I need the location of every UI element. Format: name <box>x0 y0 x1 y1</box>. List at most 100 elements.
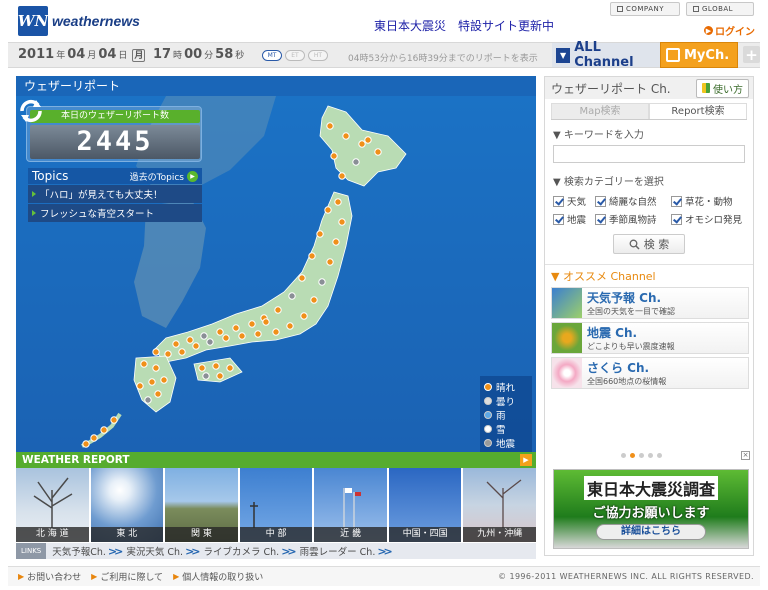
region-photo-kinki[interactable]: 近 畿 <box>314 468 387 542</box>
region-photo-chugoku-shikoku[interactable]: 中国・四国 <box>388 468 462 542</box>
sunny-report-marker[interactable] <box>160 376 168 384</box>
earthquake-survey-banner[interactable]: 東日本大震災調査 ご協力お願いします 詳細はこちら <box>553 469 749 549</box>
tab-report-search[interactable]: Report検索 <box>649 103 747 119</box>
region-photo-hokkaido[interactable]: 北 海 道 <box>16 468 89 542</box>
carousel-dot[interactable] <box>657 453 662 458</box>
region-photo-kanto[interactable]: 関 東 <box>165 468 238 542</box>
sunny-report-marker[interactable] <box>82 440 90 448</box>
earthquake-report-marker[interactable] <box>200 332 208 340</box>
carousel-dot[interactable] <box>639 453 644 458</box>
recommend-sakura-channel[interactable]: さくら Ch. 全国660地点の桜情報 <box>551 357 749 389</box>
carousel-dot-active[interactable] <box>630 453 635 458</box>
sunny-report-marker[interactable] <box>164 350 172 358</box>
sunny-report-marker[interactable] <box>90 434 98 442</box>
recommend-forecast-channel[interactable]: 天気予報 Ch. 全国の天気を一目で確認 <box>551 287 749 319</box>
checkbox-checked[interactable] <box>595 213 606 225</box>
add-channel-button[interactable]: + <box>743 46 760 64</box>
brand-logo[interactable]: WN weathernews <box>18 6 140 36</box>
sunny-report-marker[interactable] <box>326 258 334 266</box>
category-seasonal[interactable]: 季節風物詩 <box>595 212 671 226</box>
recommend-earthquake-channel[interactable]: 地震 Ch. どこよりも早い震度速報 <box>551 322 749 354</box>
sunny-report-marker[interactable] <box>178 348 186 356</box>
sunny-report-marker[interactable] <box>148 378 156 386</box>
region-photo-tohoku[interactable]: 東 北 <box>90 468 164 542</box>
time-tab-et[interactable]: ET <box>285 50 305 61</box>
sunny-report-marker[interactable] <box>136 382 144 390</box>
sunny-report-marker[interactable] <box>262 318 270 326</box>
special-site-notice-link[interactable]: 東日本大震災 特設サイト更新中 <box>374 17 554 34</box>
sunny-report-marker[interactable] <box>110 416 118 424</box>
japan-report-map[interactable]: 本日のウェザーリポート数 2445 Topics 過去のTopics ▶ 「ハロ… <box>16 96 536 452</box>
sunny-report-marker[interactable] <box>308 252 316 260</box>
past-topics-link[interactable]: 過去のTopics ▶ <box>130 170 198 183</box>
category-plants-animals[interactable]: 草花・動物 <box>671 194 747 208</box>
sunny-report-marker[interactable] <box>100 426 108 434</box>
earthquake-report-marker[interactable] <box>318 278 326 286</box>
sunny-report-marker[interactable] <box>316 230 324 238</box>
sunny-report-marker[interactable] <box>232 324 240 332</box>
topic-item[interactable]: フレッシュな青空スタート <box>28 204 202 222</box>
login-link[interactable]: ▶ ログイン <box>704 23 755 38</box>
link-live-weather-channel[interactable]: 実況天気 Ch. >> <box>126 544 200 559</box>
footer-contact-link[interactable]: ▶ お問い合わせ <box>18 570 81 583</box>
earthquake-report-marker[interactable] <box>352 158 360 166</box>
sunny-report-marker[interactable] <box>338 218 346 226</box>
time-tab-ht[interactable]: HT <box>308 50 328 61</box>
sunny-report-marker[interactable] <box>154 390 162 398</box>
keyword-input[interactable] <box>553 145 745 163</box>
my-channel-tab[interactable]: MyCh. <box>660 42 738 68</box>
search-button[interactable]: 検 索 <box>613 234 685 254</box>
category-weather[interactable]: 天気 <box>553 194 595 208</box>
sunny-report-marker[interactable] <box>140 360 148 368</box>
topic-item[interactable]: 「ハロ」が見えても大丈夫！ <box>28 185 202 203</box>
sunny-report-marker[interactable] <box>274 306 282 314</box>
sunny-report-marker[interactable] <box>364 136 372 144</box>
sunny-report-marker[interactable] <box>186 336 194 344</box>
sunny-report-marker[interactable] <box>342 132 350 140</box>
footer-privacy-link[interactable]: ▶ 個人情報の取り扱い <box>173 570 263 583</box>
checkbox-checked[interactable] <box>553 195 564 207</box>
sunny-report-marker[interactable] <box>310 296 318 304</box>
sunny-report-marker[interactable] <box>152 364 160 372</box>
checkbox-checked[interactable] <box>595 195 606 207</box>
category-nature[interactable]: 綺麗な自然 <box>595 194 671 208</box>
sunny-report-marker[interactable] <box>374 148 382 156</box>
sunny-report-marker[interactable] <box>326 122 334 130</box>
sunny-report-marker[interactable] <box>338 172 346 180</box>
category-funny[interactable]: オモシロ発見 <box>671 212 747 226</box>
link-rain-radar-channel[interactable]: 雨雲レーダー Ch. >> <box>300 544 393 559</box>
sunny-report-marker[interactable] <box>324 206 332 214</box>
sunny-report-marker[interactable] <box>216 328 224 336</box>
sunny-report-marker[interactable] <box>248 320 256 328</box>
global-button[interactable]: GLOBAL <box>686 2 754 16</box>
earthquake-report-marker[interactable] <box>206 338 214 346</box>
sunny-report-marker[interactable] <box>192 342 200 350</box>
time-tab-mt[interactable]: MT <box>262 50 282 61</box>
checkbox-checked[interactable] <box>671 213 682 225</box>
carousel-dot[interactable] <box>621 453 626 458</box>
link-live-camera-channel[interactable]: ライブカメラ Ch. >> <box>204 544 297 559</box>
sunny-report-marker[interactable] <box>172 340 180 348</box>
play-icon[interactable]: ▶ <box>520 454 532 466</box>
tab-map-search[interactable]: Map検索 <box>551 103 649 119</box>
sunny-report-marker[interactable] <box>222 334 230 342</box>
sunny-report-marker[interactable] <box>272 328 280 336</box>
sunny-report-marker[interactable] <box>254 330 262 338</box>
sunny-report-marker[interactable] <box>212 362 220 370</box>
sunny-report-marker[interactable] <box>300 312 308 320</box>
region-photo-kyushu-okinawa[interactable]: 九州・沖縄 <box>463 468 537 542</box>
earthquake-report-marker[interactable] <box>144 396 152 404</box>
checkbox-checked[interactable] <box>553 213 564 225</box>
footer-terms-link[interactable]: ▶ ご利用に際して <box>91 570 163 583</box>
sunny-report-marker[interactable] <box>152 348 160 356</box>
sunny-report-marker[interactable] <box>286 322 294 330</box>
checkbox-checked[interactable] <box>671 195 682 207</box>
sunny-report-marker[interactable] <box>298 274 306 282</box>
close-icon[interactable]: × <box>741 451 750 460</box>
refresh-icon[interactable] <box>16 96 46 126</box>
category-earthquake[interactable]: 地震 <box>553 212 595 226</box>
sunny-report-marker[interactable] <box>330 152 338 160</box>
region-photo-chubu[interactable]: 中 部 <box>239 468 313 542</box>
sunny-report-marker[interactable] <box>216 372 224 380</box>
sunny-report-marker[interactable] <box>358 140 366 148</box>
